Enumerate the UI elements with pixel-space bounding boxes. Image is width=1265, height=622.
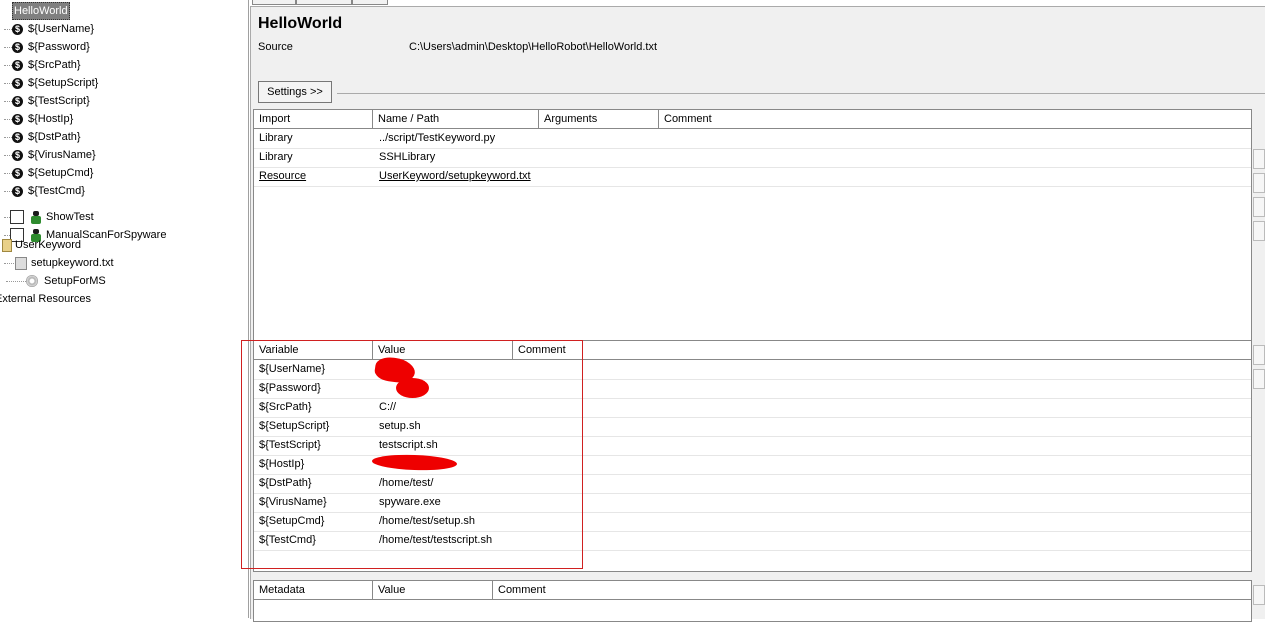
- metadata-header-value[interactable]: Value: [373, 581, 493, 599]
- dollar-icon: $: [12, 185, 23, 197]
- imports-header-arguments[interactable]: Arguments: [539, 110, 659, 128]
- imports-table[interactable]: Import Name / Path Arguments Comment Lib…: [253, 109, 1252, 341]
- side-button[interactable]: [1253, 197, 1265, 217]
- import-type[interactable]: Library: [254, 148, 293, 167]
- tree-resource-file[interactable]: setupkeyword.txt: [15, 255, 114, 271]
- dollar-icon: $: [12, 113, 23, 125]
- dollar-icon: $: [12, 77, 23, 89]
- dollar-icon: $: [12, 41, 23, 53]
- variables-header-comment[interactable]: Comment: [513, 341, 1251, 359]
- side-button[interactable]: [1253, 149, 1265, 169]
- page-title: HelloWorld: [258, 15, 343, 32]
- tree-variable-item[interactable]: $ ${SetupCmd}: [12, 165, 93, 181]
- tree-variable-item[interactable]: $ ${Password}: [12, 39, 90, 55]
- tree-test-label: ShowTest: [46, 211, 94, 223]
- file-icon: [15, 256, 27, 270]
- gear-icon: [26, 275, 38, 287]
- tree-variable-label: ${UserName}: [28, 23, 95, 35]
- table-row[interactable]: Resource UserKeyword/setupkeyword.txt: [254, 167, 1251, 187]
- tree-variable-label: ${VirusName}: [28, 149, 96, 161]
- side-button[interactable]: [1253, 345, 1265, 365]
- tree-root-label: HelloWorld: [12, 2, 70, 20]
- tree-variable-item[interactable]: $ ${SrcPath}: [12, 57, 81, 73]
- imports-header: Import Name / Path Arguments Comment: [254, 110, 1251, 129]
- table-row[interactable]: Library SSHLibrary: [254, 148, 1251, 168]
- tab-run[interactable]: [352, 0, 388, 5]
- tree-variable-item[interactable]: $ ${SetupScript}: [12, 75, 98, 91]
- project-tree[interactable]: HelloWorld ShowTest ManualScanForSpyware…: [0, 0, 249, 618]
- dollar-icon: $: [12, 95, 23, 107]
- settings-button[interactable]: Settings >>: [258, 81, 332, 103]
- tree-variable-label: ${TestScript}: [28, 95, 90, 107]
- side-button[interactable]: [1253, 369, 1265, 389]
- tree-variable-item[interactable]: $ ${HostIp}: [12, 111, 73, 127]
- dollar-icon: $: [12, 149, 23, 161]
- metadata-table[interactable]: Metadata Value Comment: [253, 580, 1252, 622]
- metadata-header-metadata[interactable]: Metadata: [254, 581, 373, 599]
- import-path[interactable]: UserKeyword/setupkeyword.txt: [374, 167, 531, 186]
- tree-external-resources[interactable]: External Resources: [0, 291, 91, 307]
- tree-external-label: External Resources: [0, 293, 91, 305]
- settings-divider: [337, 93, 1265, 94]
- tab-text-edit[interactable]: [296, 0, 352, 5]
- source-label: Source: [258, 41, 293, 53]
- tree-variable-label: ${SrcPath}: [28, 59, 81, 71]
- import-type[interactable]: Resource: [254, 167, 306, 186]
- imports-header-name[interactable]: Name / Path: [373, 110, 539, 128]
- tree-variable-label: ${TestCmd}: [28, 185, 85, 197]
- side-button[interactable]: [1253, 585, 1265, 605]
- test-checkbox[interactable]: [10, 210, 24, 224]
- tree-variable-label: ${SetupScript}: [28, 77, 99, 89]
- dollar-icon: $: [12, 23, 23, 35]
- tree-test-showtest[interactable]: ShowTest: [10, 209, 94, 225]
- tree-variable-item[interactable]: $ ${TestScript}: [12, 93, 90, 109]
- import-path[interactable]: ../script/TestKeyword.py: [374, 129, 495, 148]
- tree-variable-label: ${HostIp}: [28, 113, 74, 125]
- imports-header-comment[interactable]: Comment: [659, 110, 1251, 128]
- table-row[interactable]: Library ../script/TestKeyword.py: [254, 129, 1251, 149]
- metadata-header-comment[interactable]: Comment: [493, 581, 1251, 599]
- tree-variable-label: ${DstPath}: [28, 131, 81, 143]
- tree-variable-item[interactable]: $ ${DstPath}: [12, 129, 81, 145]
- source-path: C:\Users\admin\Desktop\HelloRobot\HelloW…: [409, 41, 657, 53]
- dollar-icon: $: [12, 131, 23, 143]
- tree-root[interactable]: HelloWorld: [12, 2, 70, 20]
- tree-variable-label: ${SetupCmd}: [28, 167, 94, 179]
- tree-resource-file-label: setupkeyword.txt: [31, 257, 114, 269]
- tree-keyword-label: SetupForMS: [44, 275, 106, 287]
- imports-header-import[interactable]: Import: [254, 110, 373, 128]
- tree-user-keyword-label: UserKeyword: [15, 239, 82, 251]
- side-button[interactable]: [1253, 173, 1265, 193]
- redaction-mark: [396, 378, 429, 398]
- dollar-icon: $: [12, 59, 23, 71]
- import-path[interactable]: SSHLibrary: [374, 148, 435, 167]
- robot-icon: [30, 210, 41, 224]
- tree-variable-label: ${Password}: [28, 41, 90, 53]
- metadata-header: Metadata Value Comment: [254, 581, 1251, 600]
- tree-keyword-setupforms[interactable]: SetupForMS: [26, 273, 106, 289]
- tree-variable-item[interactable]: $ ${VirusName}: [12, 147, 96, 163]
- tree-user-keyword[interactable]: UserKeyword: [2, 237, 81, 253]
- folder-icon: [2, 238, 12, 252]
- tab-edit[interactable]: [252, 0, 296, 5]
- tree-variable-item[interactable]: $ ${UserName}: [12, 21, 94, 37]
- side-button[interactable]: [1253, 221, 1265, 241]
- tree-variable-item[interactable]: $ ${TestCmd}: [12, 183, 85, 199]
- dollar-icon: $: [12, 167, 23, 179]
- import-type[interactable]: Library: [254, 129, 293, 148]
